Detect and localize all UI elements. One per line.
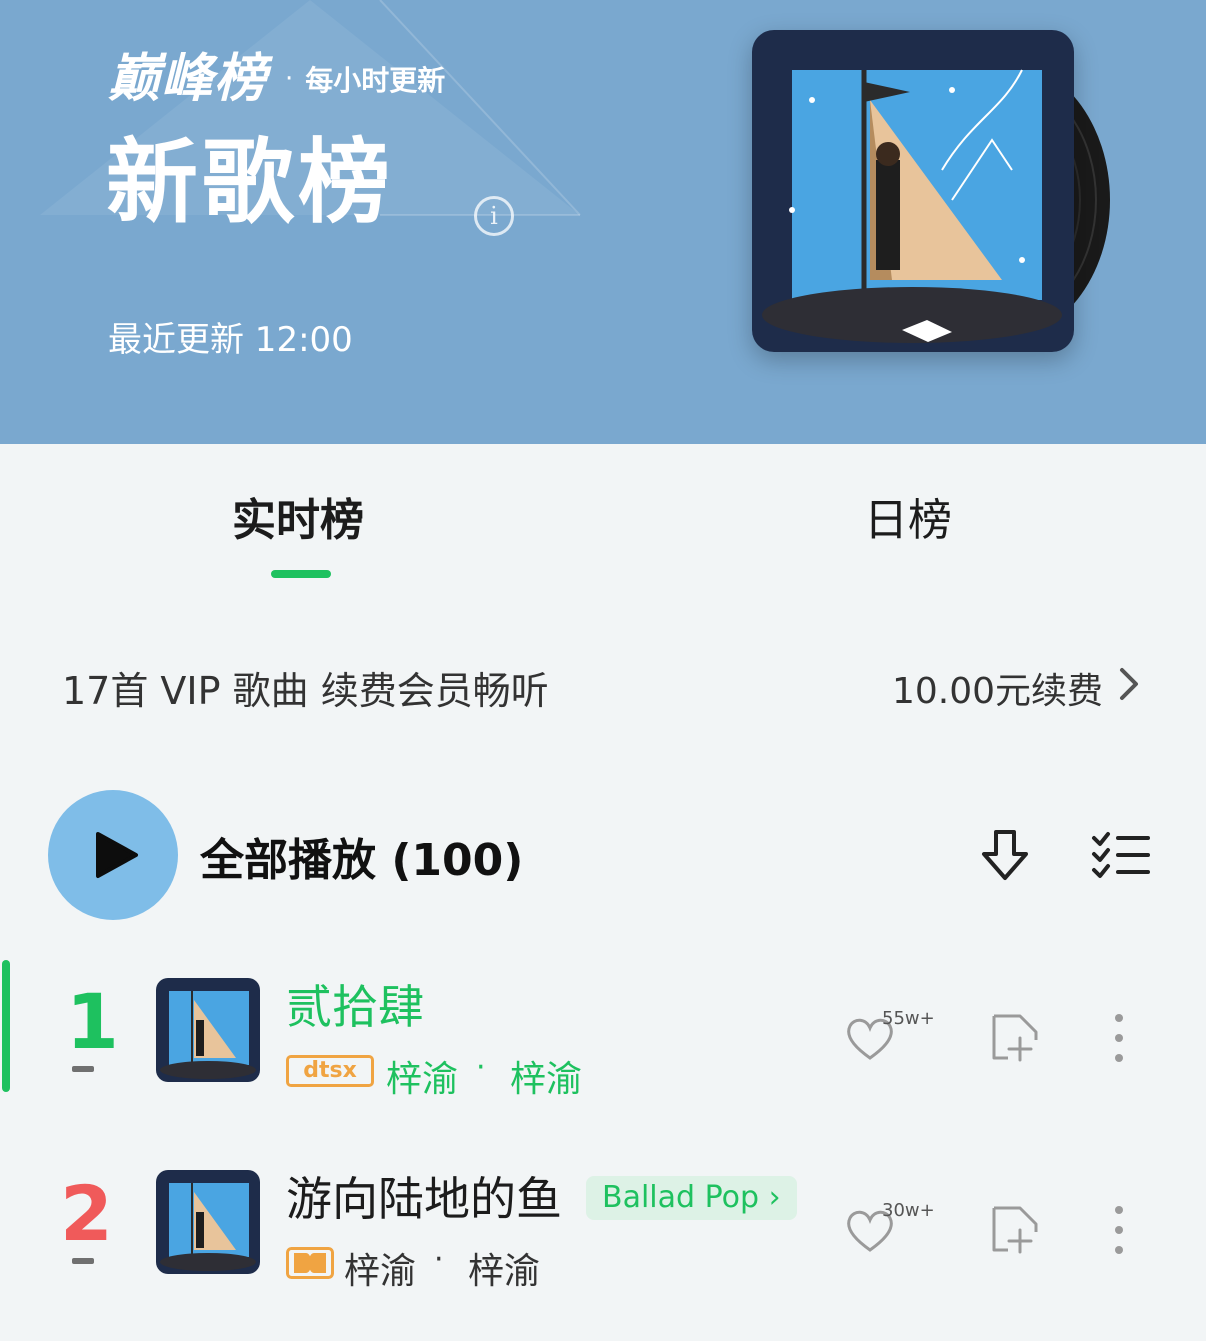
download-icon[interactable] <box>978 826 1032 886</box>
multi-select-icon[interactable] <box>1090 830 1150 880</box>
tab-daily[interactable]: 日榜 <box>864 484 952 548</box>
chart-title: 新歌榜 <box>106 129 395 236</box>
song-title[interactable]: 游向陆地的鱼 <box>286 1172 562 1226</box>
song-artist[interactable]: 梓渝 <box>386 1050 458 1102</box>
song-title[interactable]: 贰拾肆 <box>286 980 424 1034</box>
like-count: 30w+ <box>882 1200 935 1221</box>
artist-album-separator: · <box>476 1050 486 1085</box>
dtsx-badge: dtsx <box>286 1055 374 1087</box>
song-artist[interactable]: 梓渝 <box>344 1242 416 1294</box>
brand-logo: 巅峰榜 <box>108 49 268 109</box>
play-all-label[interactable]: 全部播放 (100) <box>200 824 523 888</box>
album-cover[interactable] <box>752 30 1074 352</box>
song-thumbnail[interactable] <box>156 1170 260 1274</box>
vip-renew-link[interactable]: 10.00元续费 <box>892 662 1103 714</box>
vip-notice: 17首 VIP 歌曲 续费会员畅听 <box>62 669 549 713</box>
tab-realtime[interactable]: 实时榜 <box>232 484 364 548</box>
rank-number: 2 <box>60 1169 113 1258</box>
dolby-badge-icon <box>286 1247 334 1279</box>
like-count: 55w+ <box>882 1008 935 1029</box>
active-tab-indicator <box>271 570 331 578</box>
more-options-icon[interactable] <box>1113 1204 1125 1256</box>
rank-unchanged-icon <box>72 1258 94 1264</box>
song-album[interactable]: 梓渝 <box>468 1242 540 1294</box>
add-to-playlist-icon[interactable] <box>990 1012 1040 1064</box>
update-frequency: 每小时更新 <box>305 64 446 97</box>
info-icon[interactable]: i <box>474 196 514 236</box>
brand-separator: · <box>285 64 294 94</box>
rank-number: 1 <box>66 977 119 1066</box>
genre-label: Ballad Pop <box>602 1180 760 1215</box>
song-thumbnail[interactable] <box>156 978 260 1082</box>
play-all-button[interactable] <box>48 790 178 920</box>
play-icon <box>96 832 138 878</box>
genre-chevron-icon: › <box>768 1180 781 1215</box>
thumbnail-art <box>156 978 260 1082</box>
brand-line: 巅峰榜 · 每小时更新 <box>108 48 445 110</box>
add-to-playlist-icon[interactable] <box>990 1204 1040 1256</box>
last-updated: 最近更新 12:00 <box>108 320 353 360</box>
thumbnail-art <box>156 1170 260 1274</box>
genre-tag[interactable]: Ballad Pop › <box>586 1176 797 1220</box>
album-art <box>752 30 1074 352</box>
rank-unchanged-icon <box>72 1066 94 1072</box>
chevron-right-icon[interactable] <box>1112 664 1148 704</box>
chart-header: 巅峰榜 · 每小时更新 新歌榜 i 最近更新 12:00 <box>0 0 1206 444</box>
song-album[interactable]: 梓渝 <box>510 1050 582 1102</box>
current-row-indicator <box>2 960 10 1092</box>
artist-album-separator: · <box>434 1242 444 1277</box>
chart-tabs <box>0 444 1206 604</box>
more-options-icon[interactable] <box>1113 1012 1125 1064</box>
